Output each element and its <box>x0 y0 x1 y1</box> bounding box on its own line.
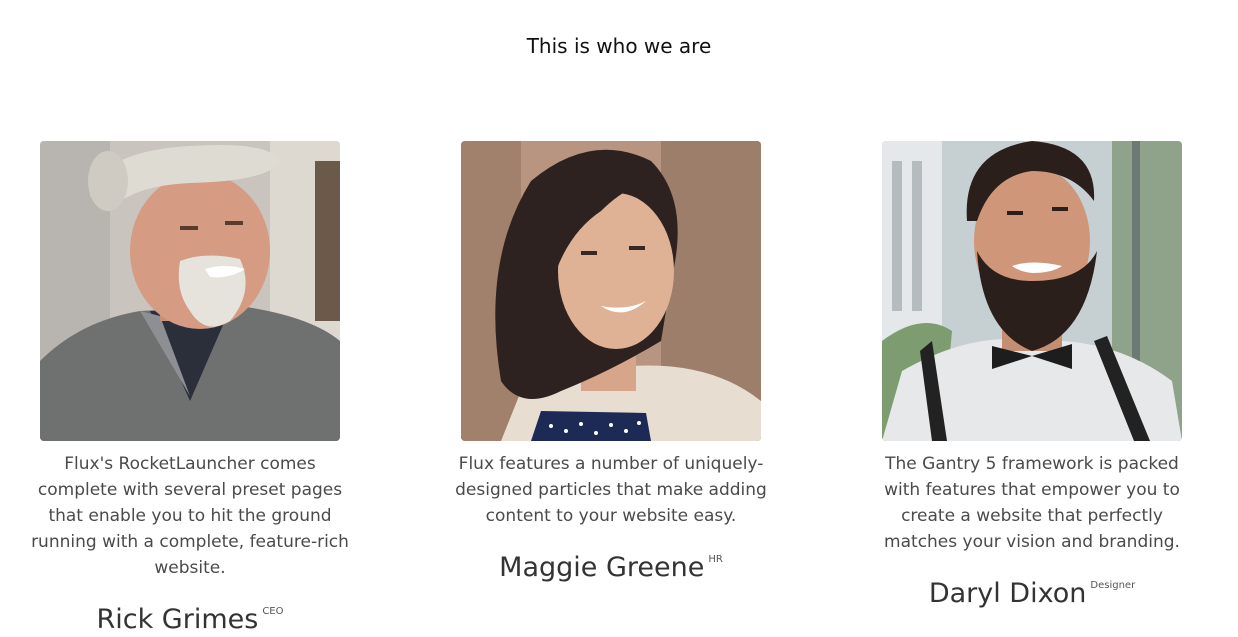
team-member-role: Designer <box>1090 580 1136 591</box>
team-member-photo <box>882 141 1182 441</box>
team-member-role: CEO <box>262 606 284 617</box>
team-member-description: The Gantry 5 framework is packed with fe… <box>884 454 1180 552</box>
team-member-name-line: Rick Grimes CEO <box>20 595 360 637</box>
team-member-card: Flux's RocketLauncher comes complete wit… <box>20 141 360 637</box>
team-member-name-line: Maggie Greene HR <box>441 543 781 585</box>
team-member-name: Maggie Greene <box>499 552 705 583</box>
team-member-card: The Gantry 5 framework is packed with fe… <box>862 141 1202 611</box>
team-member-photo <box>40 141 340 441</box>
team-member-description: Flux's RocketLauncher comes complete wit… <box>31 454 349 578</box>
section-title: This is who we are <box>526 34 712 58</box>
team-member-card: Flux features a number of uniquely-desig… <box>441 141 781 585</box>
team-member-name: Rick Grimes <box>96 604 259 635</box>
team-member-role: HR <box>708 554 723 565</box>
team-member-photo <box>461 141 761 441</box>
team-member-name-line: Daryl Dixon Designer <box>862 569 1202 611</box>
team-member-name: Daryl Dixon <box>928 578 1087 609</box>
team-member-description: Flux features a number of uniquely-desig… <box>455 454 767 526</box>
